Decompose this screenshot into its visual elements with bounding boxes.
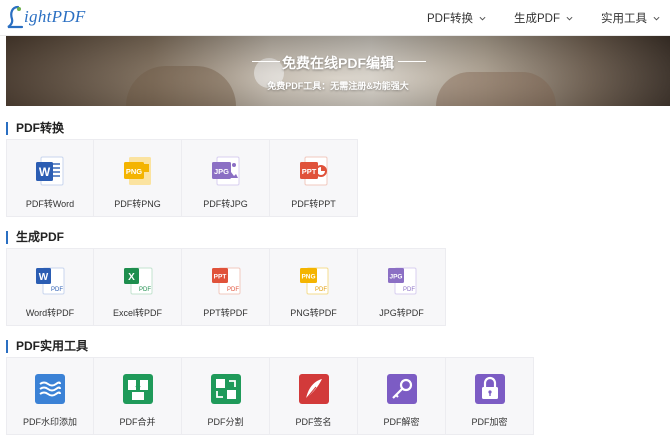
svg-text:PDF: PDF bbox=[315, 287, 327, 293]
tool-card-label: JPG转PDF bbox=[379, 308, 424, 318]
section-title-create-pdf: 生成PDF bbox=[6, 231, 64, 244]
nav-pdf-convert[interactable]: PDF转换 bbox=[427, 10, 486, 26]
jpg-to-pdf-icon: JPG PDF bbox=[387, 267, 416, 295]
sign-icon bbox=[298, 374, 329, 404]
split-icon bbox=[210, 374, 241, 404]
svg-text:PPT: PPT bbox=[301, 167, 316, 176]
tool-card-ppt-to-pdf[interactable]: PPT PDF PPT转PDF bbox=[182, 248, 270, 326]
main-nav: PDF转换 生成PDF 实用工具 bbox=[427, 0, 670, 36]
svg-text:PDF: PDF bbox=[227, 287, 239, 293]
tool-card-label: PDF转PPT bbox=[291, 199, 336, 209]
tool-card-split[interactable]: PDF分割 bbox=[182, 357, 270, 435]
tool-card-decrypt[interactable]: PDF解密 bbox=[358, 357, 446, 435]
jpg-icon: JPG bbox=[211, 156, 239, 186]
banner-divider bbox=[398, 61, 426, 62]
merge-icon bbox=[122, 374, 153, 404]
nav-create-pdf-label: 生成PDF bbox=[514, 13, 560, 25]
svg-text:PDF: PDF bbox=[139, 287, 151, 293]
tool-card-sign[interactable]: PDF签名 bbox=[270, 357, 358, 435]
svg-text:PNG: PNG bbox=[125, 167, 141, 176]
tool-card-jpg-to-pdf[interactable]: JPG PDF JPG转PDF bbox=[358, 248, 446, 326]
tool-card-pdf-to-jpg[interactable]: JPG PDF转JPG bbox=[182, 139, 270, 217]
banner-subtitle: 免费PDF工具：无需注册&功能强大 bbox=[267, 81, 409, 91]
svg-text:PDF: PDF bbox=[403, 287, 415, 293]
nav-tools-label: 实用工具 bbox=[601, 13, 647, 25]
nav-pdf-convert-label: PDF转换 bbox=[427, 13, 473, 25]
chevron-down-icon bbox=[653, 16, 660, 21]
section-title-pdf-tools: PDF实用工具 bbox=[6, 340, 88, 353]
png-icon: PNG bbox=[123, 157, 151, 185]
tool-card-label: PDF转PNG bbox=[114, 199, 161, 209]
tool-card-label: PDF加密 bbox=[471, 417, 508, 427]
tool-card-watermark[interactable]: PDF水印添加 bbox=[6, 357, 94, 435]
tool-card-label: PDF分割 bbox=[207, 417, 244, 427]
svg-text:PPT: PPT bbox=[213, 274, 226, 281]
pdf-tools-grid: PDF水印添加 PDF合并 PDF分割 PDF签名 PDF解密 PDF加密 bbox=[6, 357, 534, 435]
tool-card-word-to-pdf[interactable]: W PDF Word转PDF bbox=[6, 248, 94, 326]
tool-card-png-to-pdf[interactable]: PNG PDF PNG转PDF bbox=[270, 248, 358, 326]
svg-text:X: X bbox=[128, 272, 135, 283]
svg-text:JPG: JPG bbox=[213, 167, 228, 176]
svg-text:JPG: JPG bbox=[389, 274, 402, 281]
logo-text: ightPDF bbox=[24, 7, 86, 26]
lock-icon bbox=[474, 374, 505, 404]
nav-tools[interactable]: 实用工具 bbox=[601, 10, 660, 26]
tool-card-label: PDF合并 bbox=[119, 417, 156, 427]
hero-banner: 免费在线PDF编辑 免费PDF工具：无需注册&功能强大 bbox=[6, 36, 670, 106]
chevron-down-icon bbox=[479, 16, 486, 21]
tool-card-label: PPT转PDF bbox=[203, 308, 248, 318]
ppt-to-pdf-icon: PPT PDF bbox=[211, 267, 240, 295]
svg-text:PNG: PNG bbox=[301, 274, 315, 281]
logo-l-mark-icon bbox=[7, 5, 24, 29]
tool-card-label: Excel转PDF bbox=[112, 308, 162, 318]
svg-text:W: W bbox=[39, 165, 51, 179]
svg-text:PDF: PDF bbox=[51, 287, 63, 293]
pdf-convert-grid: W PDF转Word PNG PDF转PNG JPG PDF转JPG PPT P… bbox=[6, 139, 358, 217]
ppt-icon: PPT bbox=[299, 156, 327, 186]
chevron-down-icon bbox=[566, 16, 573, 21]
lightpdf-logo[interactable]: ightPDF bbox=[6, 5, 86, 29]
excel-to-pdf-icon: X PDF bbox=[123, 267, 152, 295]
tool-card-label: PDF转JPG bbox=[203, 199, 248, 209]
section-title-pdf-convert: PDF转换 bbox=[6, 122, 64, 135]
tool-card-pdf-to-png[interactable]: PNG PDF转PNG bbox=[94, 139, 182, 217]
tool-card-label: PDF转Word bbox=[25, 199, 75, 209]
create-pdf-grid: W PDF Word转PDF X PDF Excel转PDF PPT PDF P… bbox=[6, 248, 446, 326]
watermark-icon bbox=[35, 374, 65, 404]
tool-card-encrypt[interactable]: PDF加密 bbox=[446, 357, 534, 435]
tool-card-pdf-to-word[interactable]: W PDF转Word bbox=[6, 139, 94, 217]
tool-card-pdf-to-ppt[interactable]: PPT PDF转PPT bbox=[270, 139, 358, 217]
word-icon: W bbox=[36, 156, 64, 186]
tool-card-label: Word转PDF bbox=[25, 308, 75, 318]
png-to-pdf-icon: PNG PDF bbox=[299, 267, 328, 295]
svg-text:W: W bbox=[39, 272, 49, 283]
tool-card-label: PDF签名 bbox=[295, 417, 332, 427]
tool-card-excel-to-pdf[interactable]: X PDF Excel转PDF bbox=[94, 248, 182, 326]
tool-card-label: PDF水印添加 bbox=[22, 417, 77, 427]
banner-title: 免费在线PDF编辑 bbox=[282, 55, 394, 71]
top-header: ightPDF PDF转换 生成PDF 实用工具 bbox=[0, 0, 670, 36]
tool-card-label: PNG转PDF bbox=[290, 308, 337, 318]
word-to-pdf-icon: W PDF bbox=[36, 267, 65, 295]
nav-create-pdf[interactable]: 生成PDF bbox=[514, 10, 573, 26]
tool-card-merge[interactable]: PDF合并 bbox=[94, 357, 182, 435]
key-icon bbox=[386, 374, 417, 404]
tool-card-label: PDF解密 bbox=[383, 417, 420, 427]
